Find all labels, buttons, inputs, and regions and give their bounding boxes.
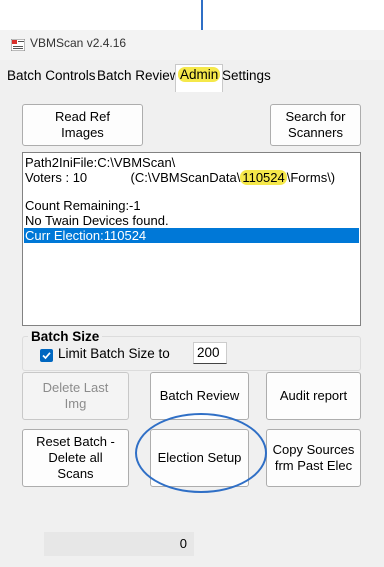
voters-path-start: (C:\VBMScanData\ (130, 170, 241, 185)
log-line-path: Path2IniFile:C:\VBMScan\ (25, 155, 176, 170)
batch-size-input[interactable]: 200 (193, 342, 227, 364)
annotation-circle (135, 413, 267, 493)
checkmark-icon (42, 352, 51, 360)
log-line-curr-election[interactable]: Curr Election:110524 (24, 228, 359, 243)
tab-admin[interactable]: Admin (175, 64, 224, 92)
log-line-count-remaining: Count Remaining:-1 (25, 198, 141, 213)
batch-size-title: Batch Size (28, 329, 103, 344)
tab-batch-controls[interactable]: Batch Controls (7, 68, 96, 83)
status-count-field: 0 (44, 532, 194, 556)
read-ref-images-button[interactable]: Read Ref Images (22, 104, 143, 146)
search-scanners-button[interactable]: Search for Scanners (270, 104, 361, 146)
log-line-voters: Voters : 10 (C:\VBMScanData\ 110524 \Forms… (25, 170, 335, 185)
limit-batch-size-checkbox[interactable] (40, 349, 53, 362)
log-line-twain: No Twain Devices found. (25, 213, 169, 228)
log-listbox[interactable]: Path2IniFile:C:\VBMScan\ Voters : 10 (C:… (22, 152, 361, 326)
voters-count: Voters : 10 (25, 170, 88, 185)
copy-sources-button[interactable]: Copy Sources frm Past Elec (266, 429, 361, 487)
audit-report-button[interactable]: Audit report (266, 372, 361, 420)
limit-batch-size-label[interactable]: Limit Batch Size to (58, 346, 170, 361)
tab-settings[interactable]: Settings (222, 68, 271, 83)
tab-admin-label: Admin (178, 67, 221, 82)
window-title: VBMScan v2.4.16 (30, 36, 127, 50)
delete-last-img-button[interactable]: Delete Last Img (22, 372, 129, 420)
voters-path-end: \Forms\) (286, 170, 336, 185)
vbmscan-app-icon (11, 39, 25, 51)
tab-batch-review[interactable]: Batch Review (97, 68, 180, 83)
reset-batch-button[interactable]: Reset Batch - Delete all Scans (22, 429, 129, 487)
voters-path-highlight: 110524 (240, 170, 287, 185)
